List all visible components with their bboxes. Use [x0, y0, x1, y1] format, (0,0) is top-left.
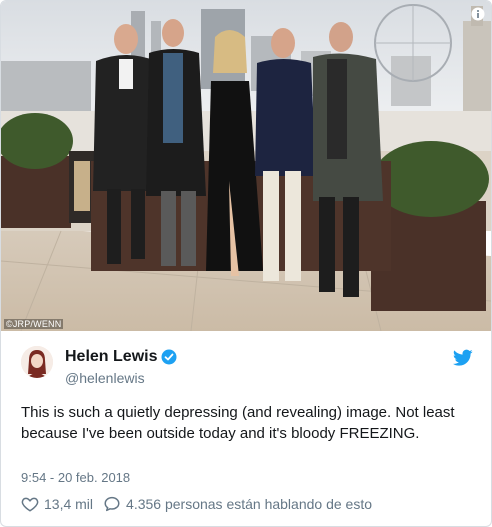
info-icon[interactable]: [471, 7, 485, 21]
display-name-text: Helen Lewis: [65, 348, 158, 365]
avatar[interactable]: [21, 346, 53, 378]
heart-icon: [21, 497, 39, 512]
verified-badge-icon: [161, 349, 177, 365]
avatar-image: [21, 346, 53, 378]
tweet-actions: 13,4 mil 4.356 personas están hablando d…: [21, 495, 382, 513]
photo-image: [1, 1, 491, 331]
display-name[interactable]: Helen Lewis: [65, 348, 177, 366]
like-button[interactable]: 13,4 mil: [21, 495, 93, 513]
tweet-body: Helen Lewis @helenlewis This is such a q…: [1, 332, 491, 526]
tweet-photo[interactable]: ©JRP/WENN: [1, 1, 491, 331]
twitter-bird-icon[interactable]: [453, 349, 473, 367]
tweet-timestamp[interactable]: 9:54 - 20 feb. 2018: [21, 470, 130, 485]
like-count: 13,4 mil: [44, 496, 94, 512]
reply-button[interactable]: 4.356 personas están hablando de esto: [103, 495, 372, 513]
tweet-text: This is such a quietly depressing (and r…: [21, 404, 455, 442]
comment-icon: [104, 496, 120, 512]
replies-label: 4.356 personas están hablando de esto: [126, 496, 373, 512]
user-handle[interactable]: @helenlewis: [65, 370, 145, 386]
photo-credit: ©JRP/WENN: [4, 319, 64, 329]
tweet-card: ©JRP/WENN Helen Lewis @helenlewis This i…: [0, 0, 492, 527]
